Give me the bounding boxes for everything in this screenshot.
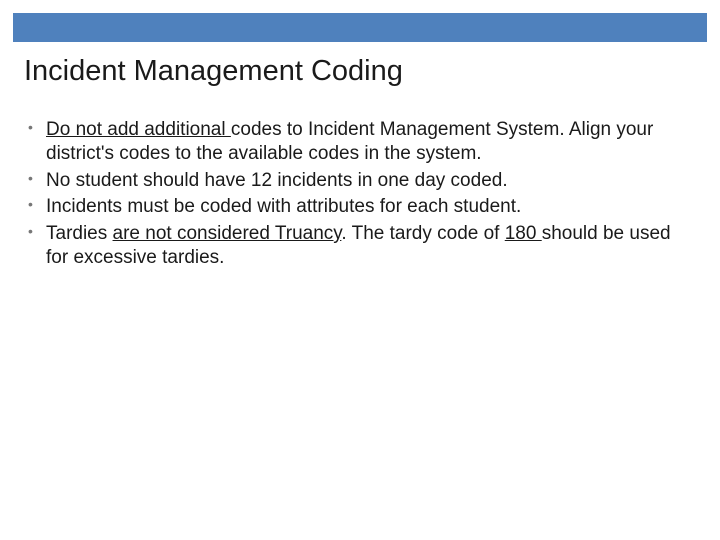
list-item: Do not add additional codes to Incident … (26, 118, 681, 166)
slide: Incident Management Coding Do not add ad… (0, 0, 720, 540)
slide-title: Incident Management Coding (24, 55, 403, 88)
text-run: . The tardy code of (341, 223, 504, 244)
underlined-text: Do not add additional (46, 119, 231, 140)
list-item: No student should have 12 incidents in o… (26, 169, 681, 193)
text-run: No student should have 12 incidents in o… (46, 170, 508, 191)
slide-body: Do not add additional codes to Incident … (26, 118, 681, 273)
list-item: Incidents must be coded with attributes … (26, 195, 681, 219)
accent-band (13, 13, 707, 42)
text-run: Tardies (46, 223, 113, 244)
text-run: Incidents must be coded with attributes … (46, 196, 521, 217)
underlined-text: are not considered Truancy (113, 223, 342, 244)
bullet-list: Do not add additional codes to Incident … (26, 118, 681, 270)
list-item: Tardies are not considered Truancy. The … (26, 222, 681, 270)
underlined-text: 180 (505, 223, 542, 244)
